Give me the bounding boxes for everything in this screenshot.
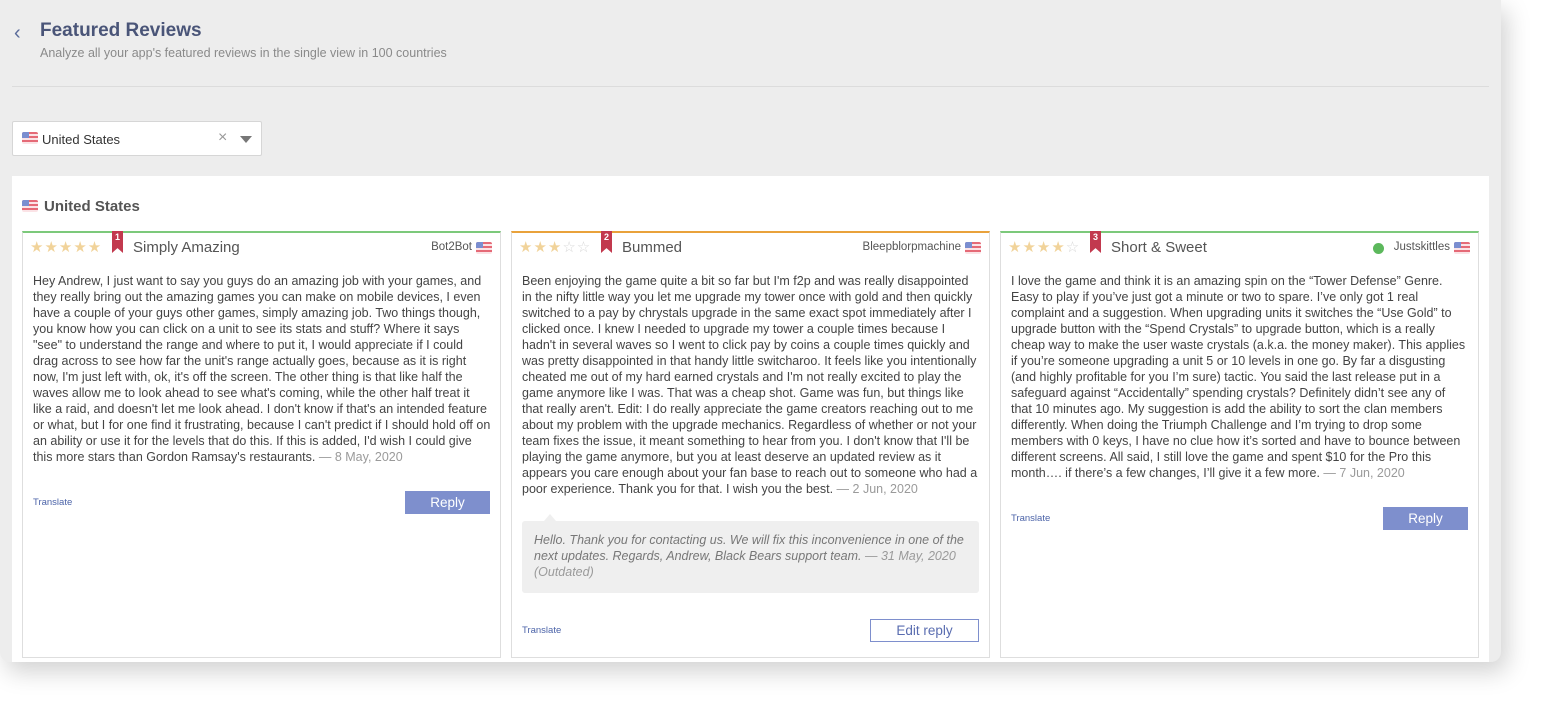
translate-link[interactable]: Translate <box>522 625 561 636</box>
review-title: Bummed <box>622 239 683 256</box>
review-date: — 2 Jun, 2020 <box>836 482 918 496</box>
review-author: Bot2Bot <box>431 241 472 253</box>
app-window: ‹ Featured Reviews Analyze all your app'… <box>0 0 1501 662</box>
rank-badge: 3 <box>1090 231 1101 253</box>
page-header: ‹ Featured Reviews Analyze all your app'… <box>0 0 1501 87</box>
review-title: Simply Amazing <box>133 239 240 256</box>
star-rating: ★★★★★ <box>30 239 103 256</box>
header-divider <box>12 86 1489 87</box>
us-flag-icon <box>965 242 981 254</box>
chevron-down-icon[interactable] <box>240 136 252 143</box>
online-status-icon <box>1373 243 1384 254</box>
review-text: Been enjoying the game quite a bit so fa… <box>522 273 980 497</box>
edit-reply-button[interactable]: Edit reply <box>870 619 979 642</box>
review-body: Hey Andrew, I just want to say you guys … <box>33 274 491 464</box>
review-card: ★★★☆☆ 2 Bummed Bleepblorpmachine Been en… <box>511 231 990 658</box>
review-card: ★★★★★ 1 Simply Amazing Bot2Bot Hey Andre… <box>22 231 501 658</box>
country-select[interactable]: United States × <box>12 121 262 156</box>
review-body: I love the game and think it is an amazi… <box>1011 274 1466 480</box>
star-rating: ★★★★☆ <box>1008 239 1081 256</box>
translate-link[interactable]: Translate <box>1011 513 1050 524</box>
developer-reply: Hello. Thank you for contacting us. We w… <box>522 514 979 593</box>
country-reviews-panel: United States ★★★★★ 1 Simply Amazing Bot… <box>12 176 1489 662</box>
back-arrow-icon[interactable]: ‹ <box>14 22 32 44</box>
clear-icon[interactable]: × <box>218 129 227 147</box>
review-text: Hey Andrew, I just want to say you guys … <box>33 273 491 465</box>
reply-button[interactable]: Reply <box>405 491 490 514</box>
us-flag-icon <box>476 242 492 254</box>
review-date: — 7 Jun, 2020 <box>1323 466 1405 480</box>
review-card: ★★★★☆ 3 Short & Sweet Justskittles I lov… <box>1000 231 1479 658</box>
us-flag-icon <box>22 200 38 212</box>
translate-link[interactable]: Translate <box>33 497 72 508</box>
rank-badge: 2 <box>601 231 612 253</box>
star-rating: ★★★☆☆ <box>519 239 592 256</box>
us-flag-icon <box>22 132 38 144</box>
review-author: Justskittles <box>1393 241 1450 253</box>
panel-country-title: United States <box>44 198 140 215</box>
page-subtitle: Analyze all your app's featured reviews … <box>40 46 447 60</box>
reply-button[interactable]: Reply <box>1383 507 1468 530</box>
us-flag-icon <box>1454 242 1470 254</box>
page-title: Featured Reviews <box>40 20 202 41</box>
rank-badge: 1 <box>112 231 123 253</box>
country-select-value: United States <box>42 132 121 147</box>
review-body: Been enjoying the game quite a bit so fa… <box>522 274 978 496</box>
review-text: I love the game and think it is an amazi… <box>1011 273 1469 481</box>
review-date: — 8 May, 2020 <box>318 450 403 464</box>
review-title: Short & Sweet <box>1111 239 1207 256</box>
review-author: Bleepblorpmachine <box>862 241 961 253</box>
